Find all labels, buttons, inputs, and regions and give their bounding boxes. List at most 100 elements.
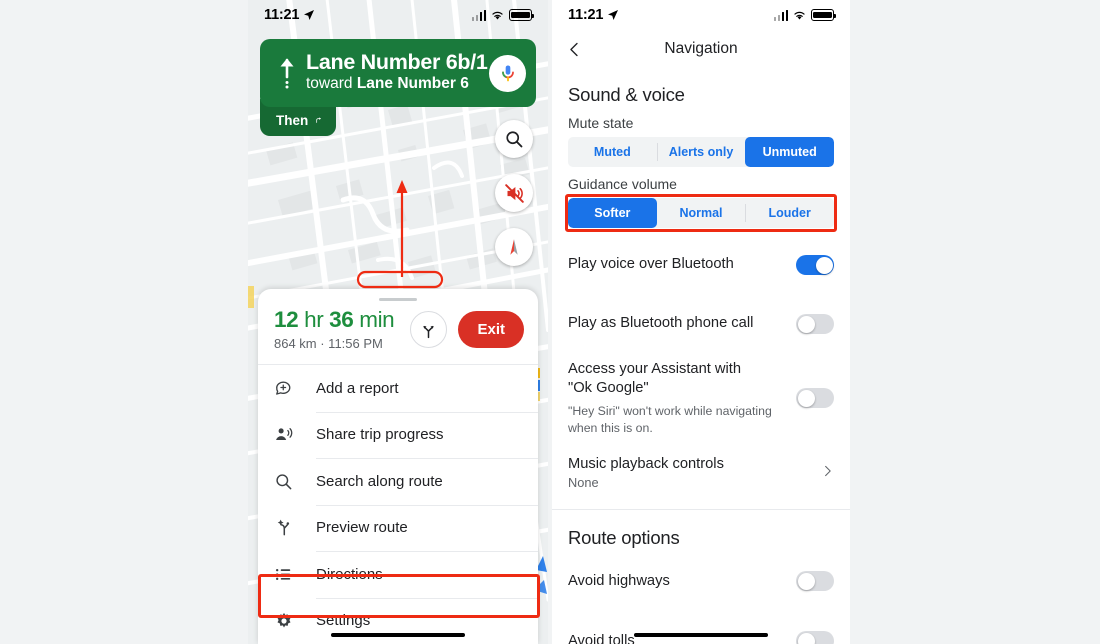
status-bar-left: 11:21 — [248, 0, 548, 30]
menu-item-settings[interactable]: Settings — [258, 597, 538, 644]
trip-distance-arrival: 864 km · 11:56 PM — [274, 336, 383, 351]
setting-label-wrap: Play voice over Bluetooth — [568, 255, 796, 274]
segment-unmuted[interactable]: Unmuted — [745, 137, 834, 167]
setting-label-wrap: Play as Bluetooth phone call — [568, 314, 796, 333]
cellular-bars-icon — [471, 9, 486, 21]
directions-list-icon — [274, 565, 316, 584]
menu-item-add-report[interactable]: Add a report — [258, 365, 538, 412]
wifi-icon — [794, 11, 805, 20]
screenshot-root: 11:21 Lane Number 6b/1 toward Lane Numbe… — [0, 0, 1100, 644]
menu-item-share-trip[interactable]: Share trip progress — [258, 411, 538, 459]
toggle-avoid-highways[interactable] — [796, 571, 834, 592]
toggle-play-as-bluetooth-call[interactable] — [796, 314, 834, 334]
eta-duration: 12 hr 36 min — [274, 307, 410, 333]
google-assistant-mic-icon[interactable] — [489, 54, 526, 92]
guidance-volume-segment-wrap: Softer Normal Louder — [552, 194, 850, 232]
mute-state-label: Mute state — [568, 115, 634, 131]
add-report-icon — [274, 379, 316, 398]
music-value: None — [568, 475, 599, 491]
guidance-volume-label: Guidance volume — [568, 176, 677, 192]
map-floating-buttons — [495, 120, 533, 282]
segment-muted[interactable]: Muted — [568, 137, 657, 167]
setting-play-as-bluetooth-call[interactable]: Play as Bluetooth phone call — [552, 301, 850, 347]
segment-softer[interactable]: Softer — [568, 198, 657, 228]
setting-label-wrap: Access your Assistant with "Ok Google" "… — [568, 360, 796, 436]
setting-label-line1: Access your Assistant with — [568, 361, 742, 377]
menu-item-directions[interactable]: Directions — [258, 551, 538, 598]
setting-label: Play as Bluetooth phone call — [568, 315, 754, 332]
eta-minutes-unit: min — [353, 307, 395, 333]
setting-label: Avoid highways — [568, 572, 670, 589]
eta-hours-unit: hr — [298, 307, 330, 333]
page-title: Navigation — [664, 40, 738, 57]
gear-icon — [274, 611, 316, 631]
setting-ok-google-assistant[interactable]: Access your Assistant with "Ok Google" "… — [552, 360, 850, 436]
status-time: 11:21 — [264, 7, 315, 23]
setting-sublabel-line2: when this is on. — [568, 420, 653, 435]
home-indicator-left — [331, 632, 465, 637]
segment-louder[interactable]: Louder — [745, 198, 834, 228]
segment-alerts-only[interactable]: Alerts only — [656, 137, 746, 167]
wifi-icon — [492, 11, 503, 20]
menu-item-label: Directions — [316, 565, 383, 583]
menu-item-search-along-route[interactable]: Search along route — [258, 458, 538, 505]
menu-item-label: Add a report — [316, 379, 399, 397]
setting-avoid-highways[interactable]: Avoid highways — [552, 558, 850, 604]
right-phone-screen: 11:21 Navigation Sound & voice Mute stat… — [552, 0, 850, 644]
alternate-routes-icon[interactable] — [410, 310, 448, 348]
setting-label: Play voice over Bluetooth — [568, 256, 734, 273]
maneuver-secondary-text: toward Lane Number 6 — [306, 74, 485, 95]
home-indicator-right — [634, 632, 768, 637]
trip-bottom-sheet: 12 hr 36 min 864 km · 11:56 PM Exit Add … — [258, 288, 538, 644]
navigation-arrow-icon — [608, 10, 619, 20]
navigation-banner: Lane Number 6b/1 toward Lane Number 6 Th… — [260, 39, 536, 136]
setting-avoid-tolls[interactable]: Avoid tolls — [552, 618, 850, 644]
menu-item-preview-route[interactable]: Preview route — [258, 504, 538, 552]
setting-sublabel-line1: "Hey Siri" won't work while navigating — [568, 404, 772, 419]
setting-music-playback-controls[interactable]: Music playback controls None — [552, 446, 850, 500]
setting-play-voice-over-bluetooth[interactable]: Play voice over Bluetooth — [552, 242, 850, 288]
music-label: Music playback controls — [568, 456, 724, 473]
drag-handle[interactable] — [379, 297, 417, 302]
chevron-right-icon — [821, 463, 834, 483]
cellular-bars-icon — [773, 9, 788, 21]
search-icon — [274, 472, 316, 491]
share-trip-icon — [274, 425, 316, 444]
turn-right-icon — [316, 117, 322, 123]
navigation-settings-panel: Navigation Sound & voice Mute state Mute… — [552, 0, 850, 644]
battery-full-icon — [811, 9, 837, 21]
toward-street: Lane Number 6 — [356, 75, 469, 93]
toggle-play-voice-over-bluetooth[interactable] — [796, 255, 834, 275]
route-section-title: Route options — [568, 527, 680, 549]
left-phone-screen: 11:21 Lane Number 6b/1 toward Lane Numbe… — [248, 0, 548, 644]
preview-route-icon — [274, 518, 316, 537]
eta-minutes: 36 — [329, 307, 354, 333]
menu-item-label: Settings — [316, 612, 371, 630]
section-divider — [552, 509, 850, 511]
annotation-layer — [356, 180, 444, 289]
setting-label-line2: "Ok Google" — [568, 380, 649, 397]
sheet-drag-handle-area[interactable] — [258, 289, 538, 306]
then-label: Then — [276, 112, 309, 128]
toggle-ok-google-assistant[interactable] — [796, 388, 834, 409]
navigation-banner-main[interactable]: Lane Number 6b/1 toward Lane Number 6 — [260, 39, 536, 107]
trip-menu-list: Add a report Share trip progress Search … — [258, 364, 538, 644]
straight-arrow-up-icon — [272, 57, 302, 89]
mute-state-segmented-control[interactable]: Muted Alerts only Unmuted — [568, 137, 834, 167]
sound-section-title: Sound & voice — [568, 84, 685, 105]
exit-navigation-button[interactable]: Exit — [458, 310, 524, 348]
maneuver-primary-text: Lane Number 6b/1 — [306, 49, 488, 74]
mute-state-segment-wrap: Muted Alerts only Unmuted — [552, 137, 850, 167]
menu-item-label: Preview route — [316, 519, 408, 537]
settings-header: Navigation — [552, 30, 850, 68]
toggle-avoid-tolls[interactable] — [796, 631, 834, 644]
music-text-wrap: Music playback controls None — [568, 456, 821, 490]
segment-normal[interactable]: Normal — [657, 198, 746, 228]
status-indicators — [773, 9, 837, 21]
status-bar-right: 11:21 — [552, 0, 850, 30]
menu-item-label: Search along route — [316, 472, 443, 490]
status-time: 11:21 — [568, 7, 619, 23]
compass-icon[interactable] — [495, 228, 533, 266]
muted-speaker-icon[interactable] — [495, 174, 533, 212]
guidance-volume-segmented-control[interactable]: Softer Normal Louder — [568, 198, 834, 228]
